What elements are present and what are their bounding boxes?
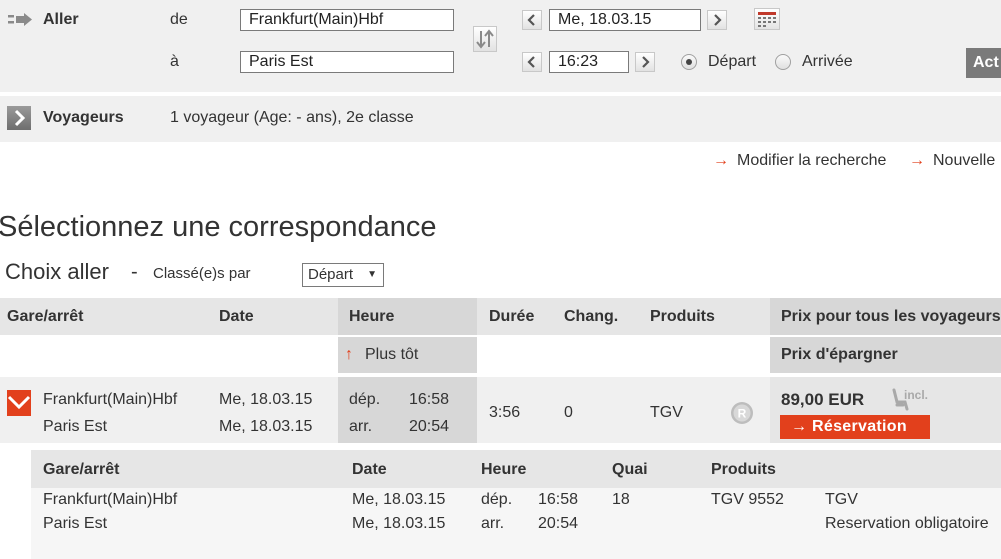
- to-label: à: [170, 53, 179, 70]
- swap-arrows-icon: [476, 29, 494, 49]
- details-col-time: Heure: [481, 461, 527, 478]
- connection-arr-date: Me, 18.03.15: [219, 418, 313, 435]
- chevron-left-icon: [527, 14, 535, 26]
- col-duration: Durée: [489, 308, 535, 325]
- chevron-right-icon: [14, 109, 26, 127]
- details-col-platform: Quai: [612, 461, 648, 478]
- price-type-cell: Prix d'épargner: [770, 337, 1001, 373]
- new-search-link[interactable]: Nouvelle: [933, 152, 995, 170]
- sorted-by-label: Classé(e)s par: [153, 265, 251, 282]
- travellers-summary: 1 voyageur (Age: - ans), 2e classe: [170, 109, 414, 126]
- price-type-label: Prix d'épargner: [781, 346, 898, 363]
- modify-search-link[interactable]: Modifier la recherche: [737, 152, 886, 170]
- swap-stations-button[interactable]: [473, 26, 497, 52]
- departure-radio[interactable]: [681, 54, 697, 70]
- from-label: de: [170, 11, 188, 28]
- departure-label: Départ: [708, 53, 757, 70]
- details-row-2-date: Me, 18.03.15: [352, 515, 446, 532]
- search-submit-button[interactable]: Act: [966, 48, 1001, 78]
- seat-included-badge: incl.: [904, 388, 929, 402]
- arrow-right-icon: →: [791, 418, 813, 435]
- chevron-right-icon: [714, 14, 722, 26]
- connection-dep-date: Me, 18.03.15: [219, 391, 313, 408]
- sort-select[interactable]: Départ ▼: [302, 263, 384, 287]
- details-row-1-time: 16:58: [538, 491, 579, 508]
- arrival-label: Arrivée: [802, 53, 853, 70]
- dropdown-arrow-icon: ▼: [367, 269, 377, 280]
- details-row-1-platform: 18: [612, 491, 630, 508]
- search-panel: Aller de à Frankfurt(Main)Hbf Paris Est …: [0, 0, 1001, 92]
- reservation-button[interactable]: → Réservation: [780, 415, 930, 439]
- chevron-down-icon: [7, 395, 31, 410]
- col-date: Date: [219, 308, 254, 325]
- details-row-2-station: Paris Est: [43, 515, 108, 532]
- details-col-station: Gare/arrêt: [43, 461, 120, 478]
- reservation-required-icon[interactable]: R: [730, 401, 754, 430]
- to-station-input[interactable]: Paris Est: [240, 51, 454, 73]
- col-changes: Chang.: [564, 308, 619, 325]
- travellers-expand-button[interactable]: [7, 106, 31, 130]
- page-title: Sélectionnez une correspondance: [0, 211, 437, 243]
- from-station-input[interactable]: Frankfurt(Main)Hbf: [240, 9, 454, 31]
- prev-time-button[interactable]: [522, 52, 542, 72]
- arrow-right-icon: →: [909, 152, 925, 169]
- col-time: Heure: [349, 308, 395, 325]
- connection-duration: 3:56: [489, 404, 521, 421]
- sort-select-value: Départ: [308, 266, 354, 283]
- calendar-button[interactable]: [754, 8, 780, 30]
- details-row-1-station: Frankfurt(Main)Hbf: [43, 491, 178, 508]
- details-col-products: Produits: [711, 461, 776, 478]
- chevron-right-icon: [642, 56, 650, 68]
- details-row-1-label: dép.: [481, 491, 513, 508]
- details-row-2-time: 20:54: [538, 515, 579, 532]
- time-input[interactable]: 16:23: [549, 51, 629, 73]
- subtitle-dash: -: [131, 261, 138, 283]
- outbound-arrow-icon: [7, 12, 33, 33]
- details-row-1-date: Me, 18.03.15: [352, 491, 446, 508]
- outbound-choice-label: Choix aller: [5, 259, 109, 284]
- travellers-panel: Voyageurs 1 voyageur (Age: - ans), 2e cl…: [0, 96, 1001, 142]
- next-time-button[interactable]: [635, 52, 655, 72]
- svg-text:R: R: [738, 407, 747, 421]
- reservation-button-label: Réservation: [812, 418, 907, 435]
- connection-changes: 0: [564, 404, 573, 421]
- details-row-1-info: TGV: [825, 491, 858, 508]
- calendar-icon: [758, 12, 776, 27]
- date-input[interactable]: Me, 18.03.15: [549, 9, 701, 31]
- next-date-button[interactable]: [707, 10, 727, 30]
- connection-dep-label: dép.: [349, 391, 381, 408]
- details-row-2-info: Reservation obligatoire: [825, 515, 989, 532]
- arrival-radio[interactable]: [775, 54, 791, 70]
- connection-product: TGV: [650, 404, 683, 421]
- outbound-label: Aller: [43, 11, 79, 28]
- connection-arr-time: 20:54: [409, 418, 450, 435]
- earlier-label: Plus tôt: [365, 346, 419, 363]
- connection-dep-time: 16:58: [409, 391, 450, 408]
- connection-price: 89,00 EUR: [781, 390, 865, 409]
- details-col-date: Date: [352, 461, 387, 478]
- col-station: Gare/arrêt: [7, 308, 84, 325]
- prev-date-button[interactable]: [522, 10, 542, 30]
- connection-arr-label: arr.: [349, 418, 373, 435]
- connection-from-station: Frankfurt(Main)Hbf: [43, 391, 178, 408]
- collapse-details-button[interactable]: [7, 390, 31, 416]
- details-row-2-label: arr.: [481, 515, 505, 532]
- col-products: Produits: [650, 308, 715, 325]
- connection-to-station: Paris Est: [43, 418, 108, 435]
- chevron-left-icon: [527, 56, 535, 68]
- col-price: Prix pour tous les voyageurs: [781, 308, 1001, 325]
- details-row-1-train[interactable]: TGV 9552: [711, 491, 784, 509]
- arrow-right-icon: →: [713, 152, 729, 169]
- earlier-button[interactable]: ↑ Plus tôt: [338, 337, 477, 373]
- travellers-label: Voyageurs: [43, 109, 124, 126]
- arrow-up-icon: ↑: [345, 346, 353, 363]
